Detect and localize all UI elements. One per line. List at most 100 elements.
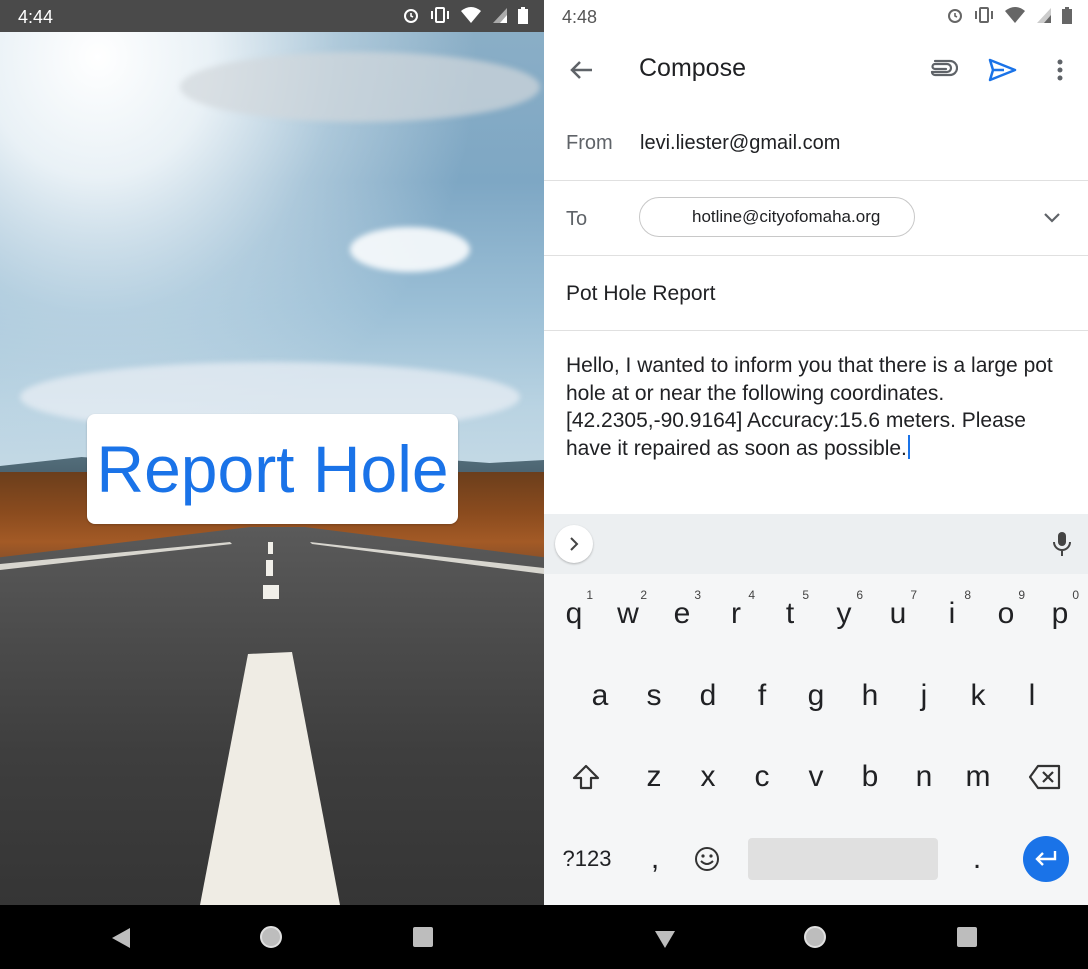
key-b[interactable]: b xyxy=(843,745,897,809)
vibrate-icon xyxy=(431,7,449,23)
key-hint: 0 xyxy=(1072,588,1079,602)
key-label: w xyxy=(617,597,639,630)
key-v[interactable]: v xyxy=(789,745,843,809)
on-screen-keyboard: q1w2e3r4t5y6u7i8o9p0 asdfghjkl zxcvbnm ?… xyxy=(544,514,1088,905)
key-y[interactable]: y6 xyxy=(817,582,871,646)
recipient-chip[interactable]: hotline@cityofomaha.org xyxy=(639,197,915,237)
nav-recent-icon[interactable] xyxy=(413,927,433,947)
expand-toolbar-button[interactable] xyxy=(555,525,593,563)
key-n[interactable]: n xyxy=(897,745,951,809)
attach-icon[interactable] xyxy=(926,54,958,86)
key-label: y xyxy=(836,597,852,630)
key-s[interactable]: s xyxy=(627,664,681,728)
key-label: u xyxy=(889,597,907,630)
key-z[interactable]: z xyxy=(627,745,681,809)
mic-icon[interactable] xyxy=(1050,530,1074,558)
status-bar: 4:48 xyxy=(544,0,1088,32)
key-r[interactable]: r4 xyxy=(709,582,763,646)
key-l[interactable]: l xyxy=(1005,664,1059,728)
chevron-right-icon xyxy=(570,537,579,551)
key-f[interactable]: f xyxy=(735,664,789,728)
period-key[interactable]: . xyxy=(950,827,1004,891)
send-icon[interactable] xyxy=(986,54,1018,86)
key-hint: 3 xyxy=(694,588,701,602)
emoji-key[interactable] xyxy=(680,827,734,891)
back-arrow-icon[interactable] xyxy=(566,54,598,86)
key-o[interactable]: o9 xyxy=(979,582,1033,646)
nav-back-icon[interactable] xyxy=(654,927,676,949)
chevron-down-icon[interactable] xyxy=(1040,205,1064,229)
comma-key[interactable]: , xyxy=(628,827,682,891)
more-vert-icon[interactable] xyxy=(1052,54,1068,86)
key-d[interactable]: d xyxy=(681,664,735,728)
enter-icon xyxy=(1035,851,1057,866)
emoji-icon xyxy=(695,847,719,871)
nav-back-icon[interactable] xyxy=(110,927,132,949)
key-label: p xyxy=(1051,597,1069,630)
status-time: 4:48 xyxy=(562,7,598,27)
key-g[interactable]: g xyxy=(789,664,843,728)
key-label: i xyxy=(948,597,956,630)
recipient-email: hotline@cityofomaha.org xyxy=(692,207,881,226)
subject-field[interactable]: Pot Hole Report xyxy=(566,282,715,306)
key-t[interactable]: t5 xyxy=(763,582,817,646)
road-background-image: Report Hole xyxy=(0,32,544,905)
key-i[interactable]: i8 xyxy=(925,582,979,646)
key-hint: 9 xyxy=(1018,588,1025,602)
nav-home-icon[interactable] xyxy=(260,926,282,948)
shift-icon xyxy=(572,764,600,790)
key-c[interactable]: c xyxy=(735,745,789,809)
key-hint: 6 xyxy=(856,588,863,602)
compose-toolbar: Compose xyxy=(544,32,1088,106)
key-hint: 2 xyxy=(640,588,647,602)
email-body-text: Hello, I wanted to inform you that there… xyxy=(566,354,1059,460)
key-hint: 4 xyxy=(748,588,755,602)
status-icons xyxy=(402,6,528,24)
battery-icon xyxy=(518,7,528,24)
key-hint: 5 xyxy=(802,588,809,602)
key-hint: 7 xyxy=(910,588,917,602)
shift-key[interactable] xyxy=(559,745,613,809)
key-a[interactable]: a xyxy=(573,664,627,728)
signal-icon xyxy=(493,8,507,23)
nav-home-icon[interactable] xyxy=(804,926,826,948)
from-value[interactable]: levi.liester@gmail.com xyxy=(640,132,840,155)
gmail-compose-screen: 4:48 Compose From levi.liester@gmail.com… xyxy=(544,0,1088,969)
key-m[interactable]: m xyxy=(951,745,1005,809)
alarm-icon xyxy=(948,9,962,23)
email-body-field[interactable]: Hello, I wanted to inform you that there… xyxy=(566,352,1066,462)
key-e[interactable]: e3 xyxy=(655,582,709,646)
from-row[interactable]: From levi.liester@gmail.com xyxy=(544,106,1088,181)
key-hint: 1 xyxy=(586,588,593,602)
key-label: r xyxy=(731,597,741,630)
wifi-icon xyxy=(1005,7,1025,23)
nav-recent-icon[interactable] xyxy=(957,927,977,947)
symbols-key[interactable]: ?123 xyxy=(550,827,624,891)
to-row[interactable]: To hotline@cityofomaha.org xyxy=(544,181,1088,256)
key-u[interactable]: u7 xyxy=(871,582,925,646)
status-time: 4:44 xyxy=(18,7,54,27)
report-app-screen: 4:44 Report Hole xyxy=(0,0,544,969)
key-x[interactable]: x xyxy=(681,745,735,809)
signal-icon xyxy=(1037,8,1051,23)
enter-key[interactable] xyxy=(1023,836,1069,882)
alarm-icon xyxy=(404,9,418,23)
key-label: o xyxy=(997,597,1015,630)
report-hole-button[interactable]: Report Hole xyxy=(87,414,458,524)
spacebar[interactable] xyxy=(748,838,938,880)
subject-row[interactable]: Pot Hole Report xyxy=(544,256,1088,331)
key-hint: 8 xyxy=(964,588,971,602)
key-j[interactable]: j xyxy=(897,664,951,728)
key-q[interactable]: q1 xyxy=(547,582,601,646)
nav-bar xyxy=(0,905,544,969)
from-label: From xyxy=(566,132,613,154)
key-p[interactable]: p0 xyxy=(1033,582,1087,646)
compose-title: Compose xyxy=(639,54,746,82)
key-h[interactable]: h xyxy=(843,664,897,728)
key-label: e xyxy=(673,597,691,630)
key-w[interactable]: w2 xyxy=(601,582,655,646)
key-k[interactable]: k xyxy=(951,664,1005,728)
vibrate-icon xyxy=(975,7,993,23)
text-cursor xyxy=(907,434,910,459)
backspace-key[interactable] xyxy=(1018,745,1072,809)
